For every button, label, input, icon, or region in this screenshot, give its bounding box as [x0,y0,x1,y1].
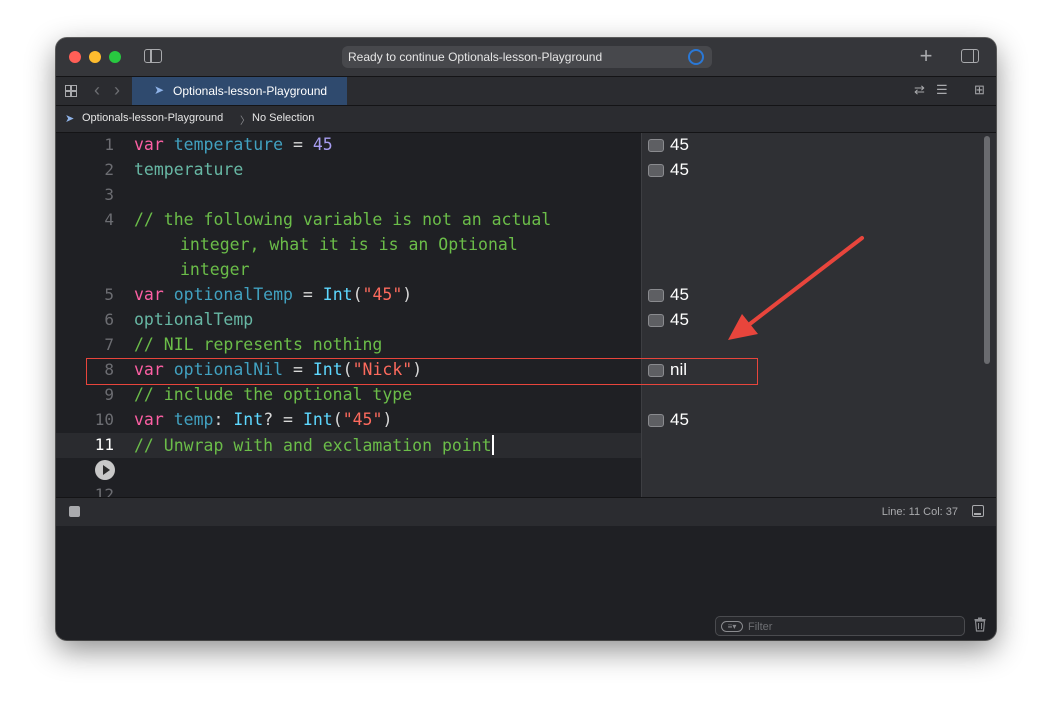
trash-icon[interactable] [974,617,986,632]
result-value: 45 [670,310,689,329]
stop-button[interactable] [69,506,80,517]
forward-chevron-icon[interactable]: › [114,80,120,100]
line-number: 7 [104,335,114,354]
title-bar: Ready to continue Optionals-lesson-Playg… [56,38,996,77]
quick-look-icon[interactable] [648,414,664,427]
result-value: 45 [670,410,689,429]
code-comment: // include the optional type [134,385,413,404]
line-number: 6 [104,310,114,329]
line-number: 5 [104,285,114,304]
tab-playground[interactable]: ➤ Optionals-lesson-Playground [132,77,347,105]
quick-look-icon[interactable] [648,164,664,177]
code-line: 6 optionalTemp [56,308,641,333]
breadcrumb-project[interactable]: Optionals-lesson-Playground [82,112,223,124]
code-line: 1 var temperature = 45 [56,133,641,158]
inspector-toggle-icon[interactable] [961,49,979,63]
debug-bar: Line: 11 Col: 37 [56,497,996,527]
activity-spinner-icon [688,49,704,65]
result-value: 45 [670,135,689,154]
code-line: 4 // the following variable is not an ac… [56,208,641,283]
code-line: 7 // NIL represents nothing [56,333,641,358]
console-toggle-icon[interactable] [972,505,984,517]
console-area[interactable]: ≡▾ [56,526,996,640]
swap-icon[interactable]: ⇄ [914,82,925,98]
annotation-arrow-icon [728,236,864,340]
run-play-button[interactable] [95,460,115,480]
zoom-window-button[interactable] [109,51,121,63]
breadcrumb-separator-icon: 〉 [240,116,250,127]
tab-label: Optionals-lesson-Playground [173,84,328,98]
editor-options: ⇄ ☰ ⊞ [906,77,996,105]
code-text: var optionalTemp = Int("45") [134,285,413,304]
line-number: 2 [104,160,114,179]
code-comment: // the following variable is not an actu… [134,210,552,229]
code-line: 9 // include the optional type [56,383,641,408]
editor-options-icon[interactable]: ☰ [936,82,948,98]
code-line-active: 11 // Unwrap with and exclamation point [56,433,641,458]
code-text: var temperature = 45 [134,135,333,154]
code-line: 10 var temp: Int? = Int("45") [56,408,641,433]
line-number: 1 [104,135,114,154]
code-text: // Unwrap with and exclamation point [134,435,494,455]
close-window-button[interactable] [69,51,81,63]
code-comment: // NIL represents nothing [134,335,383,354]
line-number: 10 [94,410,114,429]
breadcrumb-selection[interactable]: No Selection [252,112,314,124]
code-line: 5 var optionalTemp = Int("45") [56,283,641,308]
code-text: temperature [134,160,244,179]
add-icon[interactable]: + [915,44,937,68]
swift-file-icon: ➤ [65,113,75,125]
code-editor[interactable]: 1 var temperature = 45 2 temperature 3 4… [56,133,641,497]
line-number: 4 [104,210,114,229]
quick-look-icon[interactable] [648,139,664,152]
related-items-grid-icon[interactable] [65,85,77,97]
code-line: 3 [56,183,641,208]
result-value: 45 [670,285,689,304]
quick-look-icon[interactable] [648,314,664,327]
back-chevron-icon[interactable]: ‹ [94,80,100,100]
highlight-box [86,358,758,385]
line-number: 3 [104,185,114,204]
swift-icon: ➤ [154,83,165,97]
breadcrumb: ➤ Optionals-lesson-Playground 〉 No Selec… [56,106,996,133]
line-number: 12 [94,485,114,497]
tab-bar: ‹ › ➤ Optionals-lesson-Playground ⇄ ☰ ⊞ [56,77,996,106]
text-caret [491,435,494,455]
sidebar-toggle-icon[interactable] [144,49,162,63]
code-comment-wrap: integer, what it is is an Optional [180,235,518,254]
code-text: var temp: Int? = Int("45") [134,410,393,429]
quick-look-icon[interactable] [648,289,664,302]
results-scrollbar[interactable] [984,136,990,364]
minimize-window-button[interactable] [89,51,101,63]
code-comment-wrap: integer [180,260,250,279]
line-number: 9 [104,385,114,404]
line-number: 11 [94,435,114,454]
xcode-window: Ready to continue Optionals-lesson-Playg… [56,38,996,640]
result-value: 45 [670,160,689,179]
console-filter-field[interactable]: ≡▾ [715,616,965,636]
code-line: 2 temperature [56,158,641,183]
activity-status-text: Ready to continue Optionals-lesson-Playg… [348,50,603,64]
filter-icon[interactable]: ≡▾ [721,621,743,632]
filter-input[interactable] [748,619,948,634]
code-text: optionalTemp [134,310,254,329]
code-line: 12 [56,483,641,497]
activity-status: Ready to continue Optionals-lesson-Playg… [342,46,712,68]
add-editor-icon[interactable]: ⊞ [974,82,985,98]
line-col-indicator: Line: 11 Col: 37 [881,506,958,518]
